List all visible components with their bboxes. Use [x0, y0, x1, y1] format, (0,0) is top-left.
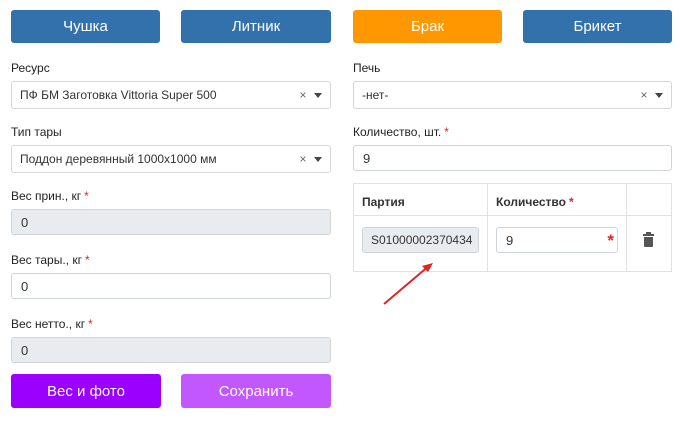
net-weight-field: 0	[11, 337, 331, 363]
required-marker: *	[88, 317, 93, 331]
chevron-down-icon[interactable]	[655, 92, 663, 98]
column-divider	[626, 184, 627, 271]
net-weight-label-text: Вес нетто., кг	[11, 317, 86, 331]
quantity-field[interactable]: 9	[353, 145, 672, 171]
row-quantity-field[interactable]: 9 *	[496, 227, 618, 253]
furnace-value: -нет-	[362, 88, 389, 102]
gross-weight-field: 0	[11, 209, 331, 235]
furnace-label: Печь	[353, 61, 381, 75]
quantity-label-text: Количество, шт.	[353, 125, 442, 139]
chevron-down-icon[interactable]	[314, 156, 322, 162]
tare-type-select[interactable]: Поддон деревянный 1000x1000 мм ×	[11, 145, 331, 173]
tab-litnik[interactable]: Литник	[181, 10, 331, 43]
row-quantity-value: 9	[506, 232, 514, 248]
header-divider	[354, 215, 671, 216]
resource-value: ПФ БМ Заготовка Vittoria Super 500	[20, 88, 217, 102]
gross-weight-label: Вес прин., кг *	[11, 189, 89, 203]
clear-icon[interactable]: ×	[296, 88, 310, 102]
delete-row-icon[interactable]	[643, 232, 654, 247]
annotation-arrow	[383, 263, 433, 305]
required-marker: *	[84, 189, 89, 203]
tare-type-value: Поддон деревянный 1000x1000 мм	[20, 152, 217, 166]
clear-icon[interactable]: ×	[296, 152, 310, 166]
tare-weight-field[interactable]: 0	[11, 273, 331, 299]
tab-chushka[interactable]: Чушка	[11, 10, 160, 43]
required-marker: *	[84, 253, 90, 267]
quantity-label: Количество, шт. *	[353, 125, 449, 139]
batch-field: S01000002370434	[362, 227, 479, 253]
required-marker: *	[568, 195, 574, 209]
tab-briket[interactable]: Брикет	[523, 10, 672, 43]
clear-icon[interactable]: ×	[637, 88, 651, 102]
net-weight-label: Вес нетто., кг *	[11, 317, 93, 331]
tare-weight-label-text: Вес тары., кг	[11, 253, 82, 267]
furnace-select[interactable]: -нет- ×	[353, 81, 672, 109]
save-button[interactable]: Сохранить	[181, 374, 331, 408]
resource-select[interactable]: ПФ БМ Заготовка Vittoria Super 500 ×	[11, 81, 331, 109]
gross-weight-label-text: Вес прин., кг	[11, 189, 82, 203]
tare-weight-label: Вес тары., кг *	[11, 253, 90, 267]
batch-column-header: Партия	[362, 195, 405, 209]
tab-brak[interactable]: Брак	[353, 10, 502, 43]
column-divider	[487, 184, 488, 271]
quantity-column-header-text: Количество	[496, 195, 566, 209]
tare-type-label: Тип тары	[11, 125, 62, 139]
weight-photo-button[interactable]: Вес и фото	[11, 374, 161, 408]
quantity-column-header: Количество *	[496, 195, 574, 209]
required-marker: *	[444, 125, 449, 139]
chevron-down-icon[interactable]	[314, 92, 322, 98]
resource-label: Ресурс	[11, 61, 50, 75]
required-marker: *	[607, 231, 614, 250]
